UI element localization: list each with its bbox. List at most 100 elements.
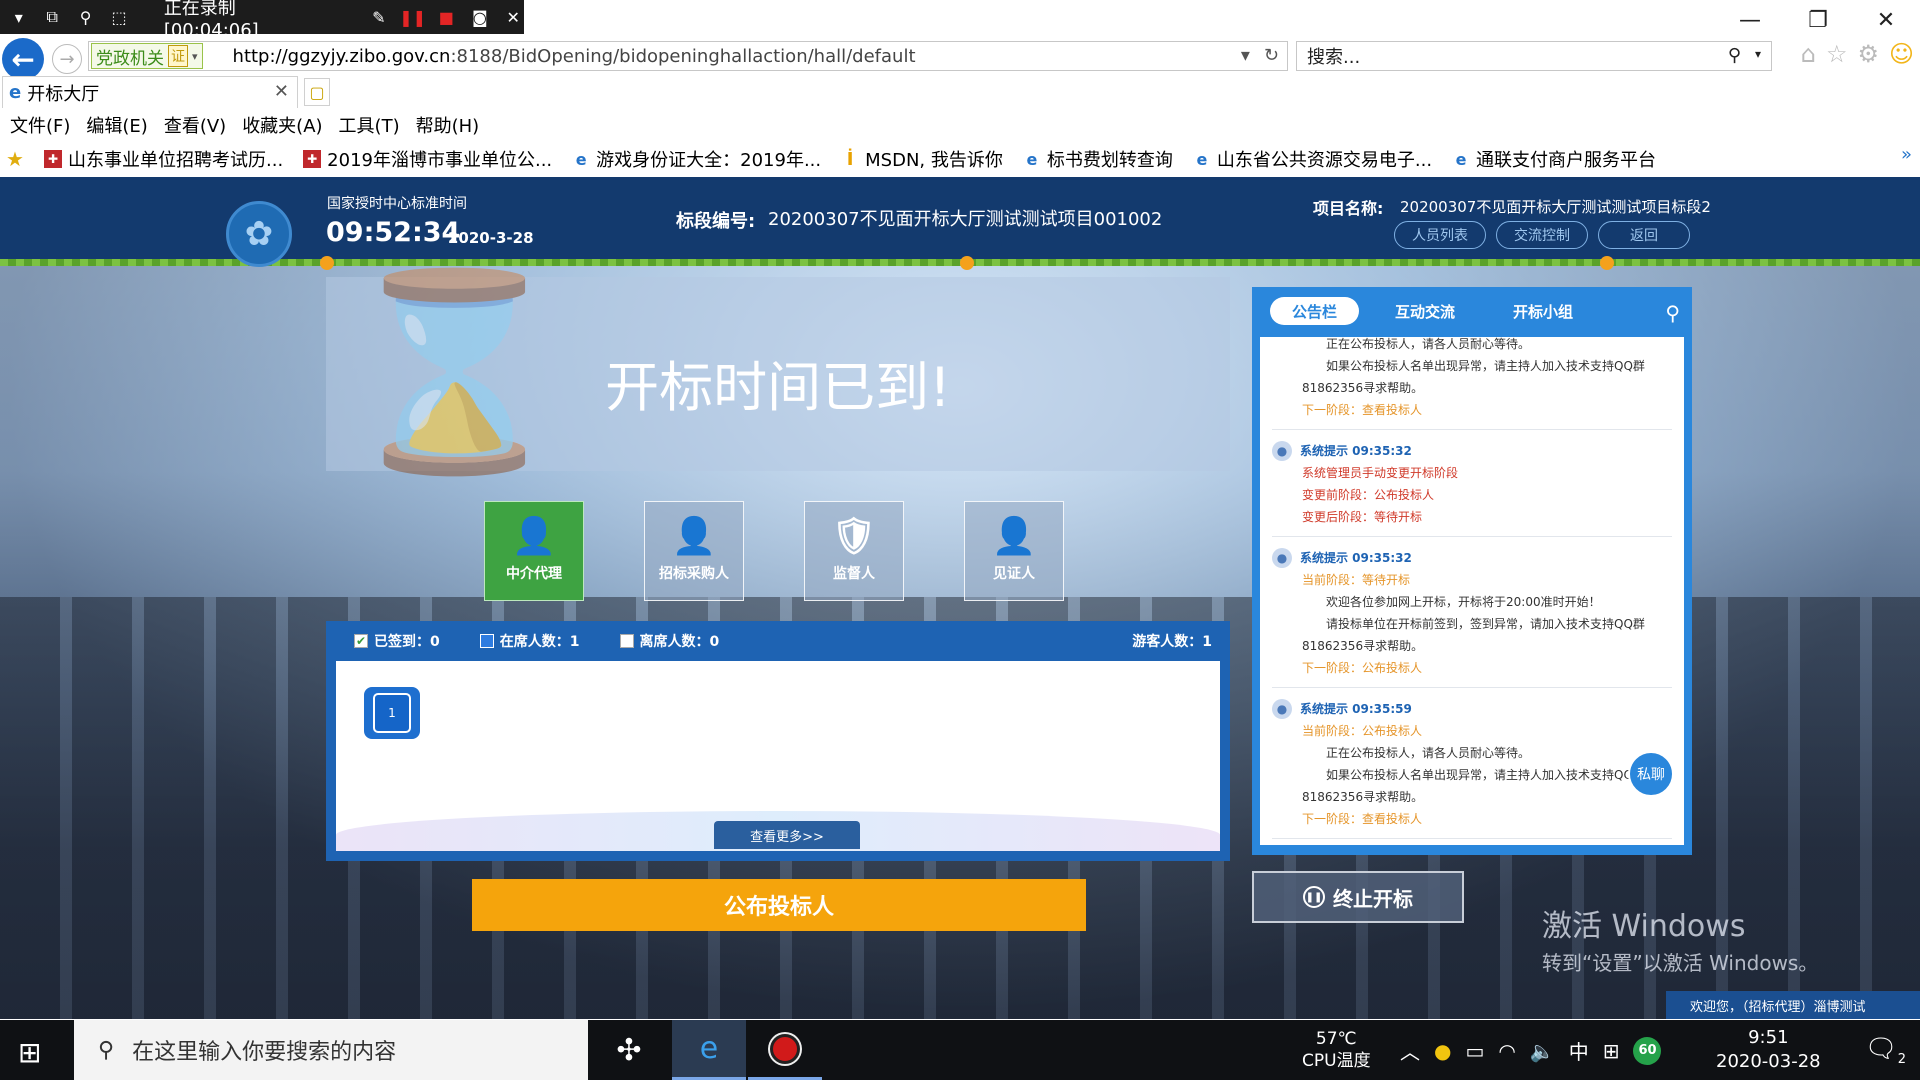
forward-button[interactable]: → — [52, 44, 82, 74]
keyboard-grid-icon[interactable]: ⊞ — [1603, 1039, 1620, 1063]
menu-item[interactable]: 查看(V) — [164, 112, 226, 138]
message-line: 下一阶段：查看投标人 — [1302, 812, 1423, 826]
absent-count[interactable]: 离席人数：0 — [619, 631, 719, 651]
recorder-taskbar-icon[interactable] — [748, 1020, 822, 1080]
sidebar-tabs: 公告栏 互动交流 开标小组 — [1270, 297, 1595, 325]
pinwheel-app-icon[interactable]: ✣ — [592, 1020, 666, 1080]
taskbar-clock[interactable]: 9:51 2020-03-28 — [1716, 1026, 1821, 1074]
view-more-button[interactable]: 查看更多>> — [714, 821, 860, 849]
region-icon[interactable]: ⬚ — [108, 6, 129, 28]
app-tray-icon[interactable]: ● — [1434, 1039, 1451, 1063]
favicon-icon: ✚ — [303, 150, 322, 168]
private-chat-button[interactable]: 私聊 — [1628, 751, 1674, 797]
chevron-up-icon[interactable]: ︿ — [1400, 1036, 1420, 1065]
new-tab-button[interactable]: ▢ — [304, 78, 330, 106]
favorite-link[interactable]: e 通联支付商户服务平台 — [1452, 146, 1656, 172]
notification-count: 2 — [1897, 1052, 1906, 1068]
gear-icon[interactable]: ⚙ — [1857, 40, 1879, 68]
menu-item[interactable]: 编辑(E) — [86, 112, 147, 138]
menu-item[interactable]: 工具(T) — [339, 112, 400, 138]
window-icon[interactable]: ⧉ — [41, 6, 62, 28]
visitor-count: 游客人数：1 — [1132, 634, 1212, 650]
security-badge[interactable]: 60 — [1633, 1036, 1662, 1065]
stop-bidding-label: 终止开标 — [1333, 886, 1413, 911]
activate-line2: 转到“设置”以激活 Windows。 — [1542, 951, 1819, 975]
avatar-icon: ● — [1272, 441, 1292, 461]
search-input[interactable]: 搜索... ⚲ ▾ — [1296, 41, 1772, 71]
ie-taskbar-icon[interactable]: e — [672, 1020, 746, 1080]
role-agent-button[interactable]: 👤 中介代理 — [484, 501, 584, 601]
return-button[interactable]: 返回 — [1598, 221, 1690, 249]
search-icon[interactable]: ⚲ — [1665, 301, 1680, 325]
favorite-link[interactable]: e 山东省公共资源交易电子... — [1193, 146, 1432, 172]
chevron-down-icon[interactable]: ▾ — [1755, 47, 1761, 61]
menu-item[interactable]: 帮助(H) — [416, 112, 480, 138]
dropdown-icon[interactable]: ▾ — [8, 6, 29, 28]
stop-icon[interactable]: ■ — [436, 6, 457, 28]
volume-icon[interactable]: 🔈 — [1530, 1039, 1555, 1063]
stop-bidding-button[interactable]: ❚❚ 终止开标 — [1252, 871, 1464, 923]
menu-item[interactable]: 文件(F) — [10, 112, 70, 138]
welcome-user: 欢迎您，（招标代理）淄博测试 — [1666, 991, 1920, 1019]
tab-interaction[interactable]: 互动交流 — [1373, 297, 1477, 325]
close-window-button[interactable]: ✕ — [1852, 0, 1920, 40]
zoom-icon[interactable]: ⚲ — [75, 6, 96, 28]
chevron-down-icon: ▾ — [192, 49, 198, 63]
tab-bulletin[interactable]: 公告栏 — [1270, 297, 1360, 325]
pause-icon[interactable]: ❚❚ — [399, 6, 426, 28]
role-purchaser-button[interactable]: 👤 招标采购人 — [644, 501, 744, 601]
favorite-link[interactable]: e 标书费划转查询 — [1023, 146, 1172, 172]
gov-badge[interactable]: 党政机关 证 ▾ — [91, 43, 203, 69]
ntc-label: 国家授时中心标准时间 — [327, 196, 467, 212]
present-count[interactable]: 在席人数：1 — [479, 631, 580, 651]
camera-icon[interactable]: ◙ — [469, 6, 490, 28]
publish-bidders-button[interactable]: 公布投标人 — [472, 879, 1086, 931]
favorite-link[interactable]: e 游戏身份证大全：2019年... — [572, 146, 821, 172]
star-icon[interactable]: ☆ — [1826, 40, 1848, 68]
message-line: 81862356寻求帮助。 — [1302, 381, 1424, 395]
favorite-link[interactable]: ✚ 2019年淄博市事业单位公... — [303, 146, 552, 172]
smiley-icon[interactable]: ☺ — [1889, 40, 1914, 68]
role-supervisor-button[interactable]: 🛡 监督人 — [804, 501, 904, 601]
ime-indicator[interactable]: 中 — [1569, 1036, 1589, 1065]
browser-tab[interactable]: e 开标大厅 ✕ — [2, 76, 298, 108]
address-bar[interactable]: 党政机关 证 ▾ http://ggzyjy.zibo.gov.cn:8188/… — [88, 41, 1288, 71]
bulletin-message: 正在公布投标人，请各人员耐心等待。 如果公布投标人名单出现异常，请主持人加入技术支… — [1272, 337, 1672, 430]
role-label: 中介代理 — [506, 566, 562, 582]
favorites-star-icon[interactable]: ★ — [6, 147, 24, 171]
minimize-button[interactable]: — — [1716, 0, 1784, 40]
notification-icon[interactable]: 🗨2 — [1865, 1034, 1906, 1067]
bulletin-feed[interactable]: 正在公布投标人，请各人员耐心等待。 如果公布投标人名单出现异常，请主持人加入技术支… — [1260, 337, 1684, 845]
close-tab-icon[interactable]: ✕ — [274, 81, 289, 102]
url-text[interactable]: http://ggzyjy.zibo.gov.cn:8188/BidOpenin… — [233, 46, 916, 67]
signed-count[interactable]: ✔ 已签到：0 — [354, 631, 440, 651]
message-line: 正在公布投标人，请各人员耐心等待。 — [1326, 337, 1531, 351]
taskbar-search-placeholder: 在这里输入你要搜索的内容 — [132, 1040, 397, 1065]
favicon-icon: e — [1026, 149, 1038, 169]
windows-start-icon[interactable]: ⊞ — [18, 1036, 41, 1069]
home-icon[interactable]: ⌂ — [1801, 40, 1816, 68]
personnel-list-button[interactable]: 人员列表 — [1394, 221, 1486, 249]
message-line: 当前阶段：公布投标人 — [1302, 724, 1423, 738]
chevron-down-icon[interactable]: ▾ — [1241, 45, 1250, 66]
seat-icon[interactable]: 1 — [364, 687, 420, 739]
communication-control-button[interactable]: 交流控制 — [1496, 221, 1588, 249]
search-icon[interactable]: ⚲ — [1728, 45, 1741, 66]
wifi-icon[interactable]: ◠ — [1498, 1039, 1515, 1063]
refresh-icon[interactable]: ↻ — [1264, 45, 1279, 66]
favorite-link[interactable]: İ MSDN, 我告诉你 — [841, 146, 1003, 172]
restore-button[interactable]: ❐ — [1784, 0, 1852, 40]
battery-icon[interactable]: ▭ — [1465, 1039, 1484, 1063]
role-witness-button[interactable]: 👤 见证人 — [964, 501, 1064, 601]
menu-item[interactable]: 收藏夹(A) — [242, 112, 322, 138]
activate-windows-watermark: 激活 Windows 转到“设置”以激活 Windows。 — [1542, 901, 1818, 976]
favorite-link[interactable]: ✚ 山东事业单位招聘考试历... — [44, 146, 283, 172]
pen-icon[interactable]: ✎ — [368, 6, 389, 28]
chevron-right-icon[interactable]: » — [1901, 144, 1912, 165]
message-line: 下一阶段：公布投标人 — [1302, 661, 1423, 675]
back-button[interactable]: ← — [2, 38, 44, 80]
close-icon[interactable]: ✕ — [503, 6, 524, 28]
section-label: 标段编号: — [676, 211, 756, 232]
tab-bid-team[interactable]: 开标小组 — [1491, 297, 1595, 325]
taskbar-search[interactable]: ⚲ 在这里输入你要搜索的内容 — [74, 1020, 588, 1080]
